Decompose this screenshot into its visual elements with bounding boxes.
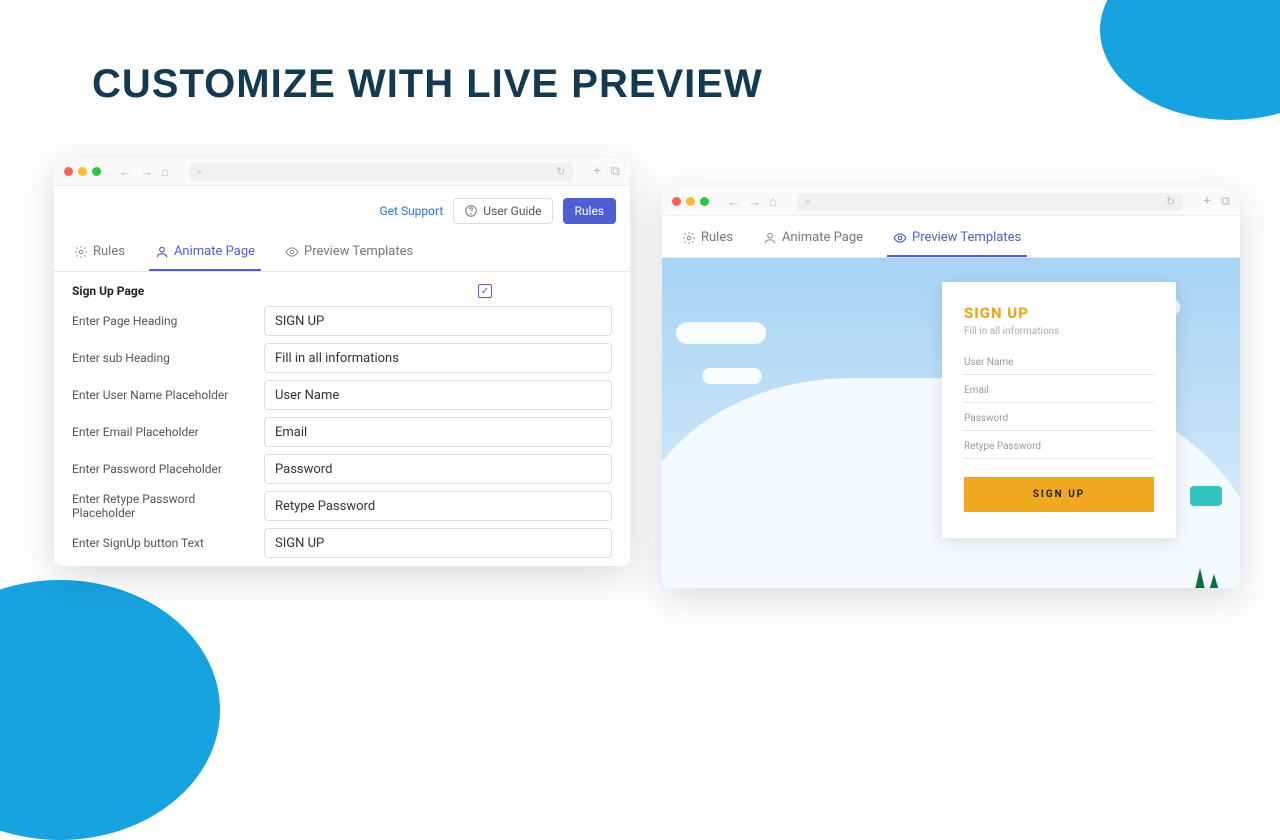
signup-card: SIGN UP Fill in all informations User Na… (942, 282, 1176, 538)
label-password: Enter Password Placeholder (72, 462, 254, 476)
input-retype[interactable] (264, 491, 612, 521)
preview-window: ← → ⌂ ⌕ ↻ + ⧉ Rules Animate Page Preview… (662, 188, 1240, 588)
input-password[interactable] (264, 454, 612, 484)
chrome-right: + ⧉ (1203, 194, 1230, 209)
signup-password-field[interactable]: Password (964, 403, 1154, 431)
label-heading: Enter Page Heading (72, 314, 254, 328)
tab-rules[interactable]: Rules (676, 220, 739, 257)
tab-rules[interactable]: Rules (68, 234, 131, 271)
tab-animate[interactable]: Animate Page (149, 234, 261, 271)
minimize-dot[interactable] (686, 197, 695, 206)
input-email[interactable] (264, 417, 612, 447)
label-subheading: Enter sub Heading (72, 351, 254, 365)
back-icon[interactable]: ← (119, 164, 132, 180)
tabs-icon[interactable]: ⧉ (611, 164, 620, 179)
reload-icon[interactable]: ↻ (556, 165, 565, 178)
search-icon: ⌕ (805, 195, 811, 209)
decorative-blob-bottom (0, 580, 220, 840)
settings-window: ← → ⌂ ⌕ ↻ + ⧉ Get Support User Guide Rul… (54, 158, 630, 566)
decorative-blob-top (1100, 0, 1280, 120)
maximize-dot[interactable] (700, 197, 709, 206)
home-icon[interactable]: ⌂ (161, 164, 169, 180)
close-dot[interactable] (64, 167, 73, 176)
tab-rules-label: Rules (701, 230, 733, 245)
signup-retype-field[interactable]: Retype Password (964, 431, 1154, 459)
enable-checkbox[interactable]: ✓ (478, 284, 492, 298)
address-bar[interactable]: ⌕ ↻ (189, 163, 573, 181)
reload-icon[interactable]: ↻ (1166, 195, 1175, 208)
window-controls[interactable] (672, 197, 709, 206)
cloud-decor (676, 322, 766, 344)
signup-button[interactable]: SIGN UP (964, 477, 1154, 512)
input-heading[interactable] (264, 306, 612, 336)
address-bar[interactable]: ⌕ ↻ (797, 193, 1183, 211)
chrome-right: + ⧉ (593, 164, 620, 179)
label-username: Enter User Name Placeholder (72, 388, 254, 402)
input-username[interactable] (264, 380, 612, 410)
row-button: Enter SignUp button Text (72, 528, 612, 558)
home-icon[interactable]: ⌂ (769, 194, 777, 210)
tab-rules-label: Rules (93, 244, 125, 259)
new-tab-icon[interactable]: + (593, 164, 600, 179)
row-password: Enter Password Placeholder (72, 454, 612, 484)
tab-bar: Rules Animate Page Preview Templates (662, 220, 1240, 258)
section-title: Sign Up Page (72, 284, 144, 298)
help-icon (464, 204, 478, 218)
close-dot[interactable] (672, 197, 681, 206)
tab-preview-label: Preview Templates (912, 230, 1021, 245)
nav-arrows: ← → ⌂ (119, 164, 169, 180)
minimize-dot[interactable] (78, 167, 87, 176)
label-button: Enter SignUp button Text (72, 536, 254, 550)
user-guide-label: User Guide (483, 204, 541, 218)
row-email: Enter Email Placeholder (72, 417, 612, 447)
nav-arrows: ← → ⌂ (727, 194, 777, 210)
input-button[interactable] (264, 528, 612, 558)
signup-email-field[interactable]: Email (964, 375, 1154, 403)
forward-icon[interactable]: → (140, 164, 153, 180)
user-icon (155, 245, 169, 259)
rules-button[interactable]: Rules (563, 198, 616, 224)
signup-title: SIGN UP (964, 304, 1154, 322)
input-subheading[interactable] (264, 343, 612, 373)
signup-subtitle: Fill in all informations (964, 326, 1154, 337)
user-icon (763, 231, 777, 245)
forward-icon[interactable]: → (748, 194, 761, 210)
tab-animate[interactable]: Animate Page (757, 220, 869, 257)
form-area: Sign Up Page ✓ Enter Page Heading Enter … (54, 272, 630, 566)
cloud-decor (702, 368, 762, 384)
eye-icon (285, 245, 299, 259)
row-subheading: Enter sub Heading (72, 343, 612, 373)
get-support-link[interactable]: Get Support (380, 204, 444, 218)
scooter-decor (1190, 486, 1222, 506)
row-heading: Enter Page Heading (72, 306, 612, 336)
tab-bar: Rules Animate Page Preview Templates (54, 234, 630, 272)
label-retype: Enter Retype Password Placeholder (72, 492, 254, 520)
new-tab-icon[interactable]: + (1203, 194, 1210, 209)
tab-animate-label: Animate Page (174, 244, 255, 259)
eye-icon (893, 231, 907, 245)
tab-preview-label: Preview Templates (304, 244, 413, 259)
preview-scene: SIGN UP Fill in all informations User Na… (662, 258, 1240, 588)
tab-animate-label: Animate Page (782, 230, 863, 245)
back-icon[interactable]: ← (727, 194, 740, 210)
page-title: CUSTOMIZE WITH LIVE PREVIEW (92, 62, 763, 107)
window-controls[interactable] (64, 167, 101, 176)
user-guide-button[interactable]: User Guide (453, 198, 552, 224)
row-username: Enter User Name Placeholder (72, 380, 612, 410)
tabs-icon[interactable]: ⧉ (1221, 194, 1230, 209)
tab-preview[interactable]: Preview Templates (279, 234, 419, 271)
row-retype: Enter Retype Password Placeholder (72, 491, 612, 521)
gear-icon (682, 231, 696, 245)
label-email: Enter Email Placeholder (72, 425, 254, 439)
search-icon: ⌕ (197, 165, 203, 179)
tab-preview[interactable]: Preview Templates (887, 220, 1027, 257)
gear-icon (74, 245, 88, 259)
browser-chrome: ← → ⌂ ⌕ ↻ + ⧉ (54, 158, 630, 186)
signup-username-field[interactable]: User Name (964, 347, 1154, 375)
browser-chrome: ← → ⌂ ⌕ ↻ + ⧉ (662, 188, 1240, 216)
app-header: Get Support User Guide Rules (54, 186, 630, 234)
maximize-dot[interactable] (92, 167, 101, 176)
